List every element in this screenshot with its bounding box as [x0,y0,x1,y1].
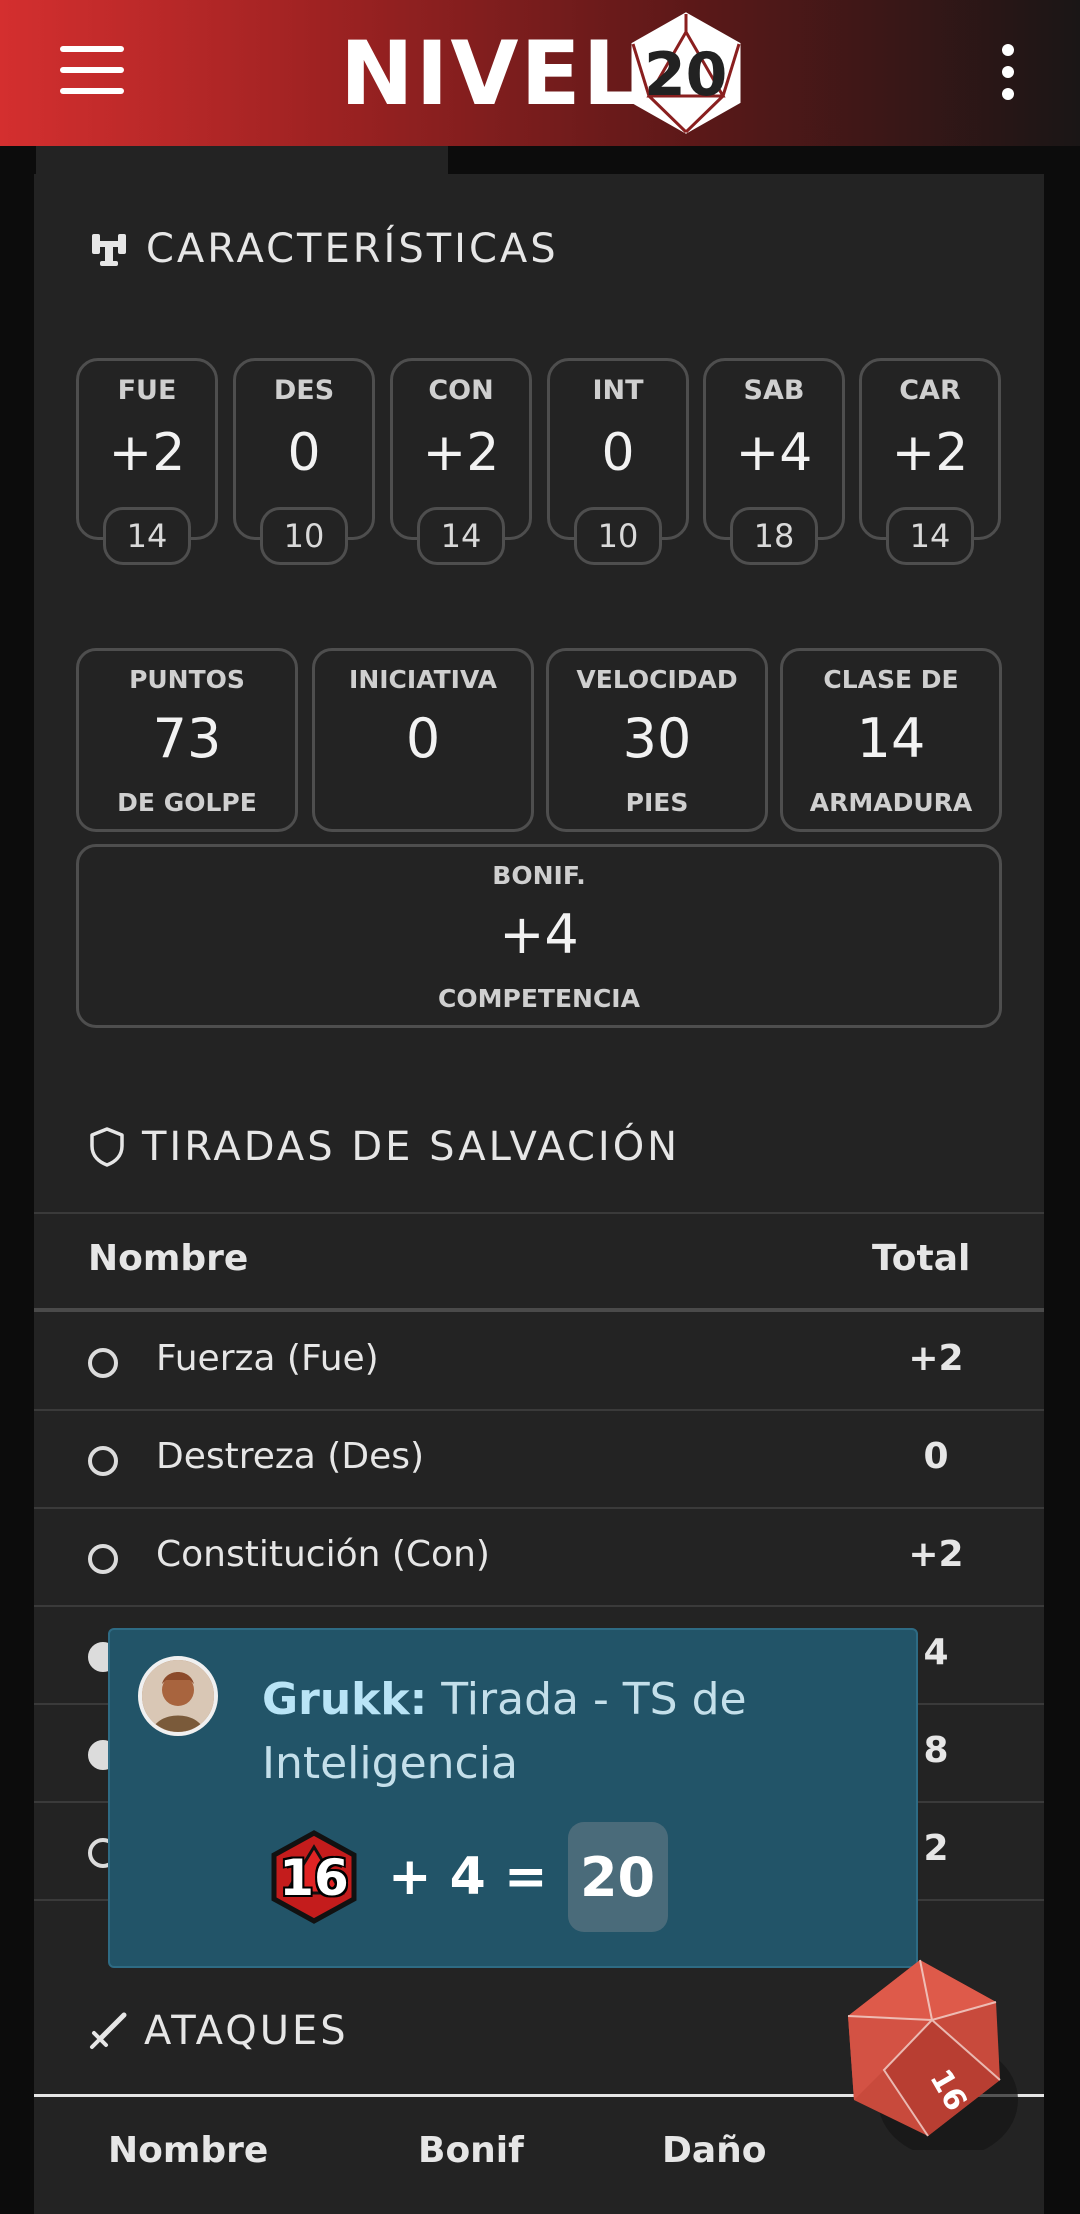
shield-icon [90,1127,124,1167]
stat-modifier: +2 [422,423,500,483]
box-label-bottom: DE GOLPE [117,788,257,817]
stat-modifier: +2 [108,423,186,483]
stat-modifier: 0 [287,423,321,483]
roll-message: Grukk: Tirada - TS de Inteligencia [262,1668,882,1796]
saving-throw-name: Constitución (Con) [156,1534,490,1575]
proficiency-bonus-box[interactable]: BONIF. +4 COMPETENCIA [76,844,1002,1028]
proficiency-radio[interactable] [88,1446,118,1476]
roll-modifier: + 4 = [388,1847,548,1907]
stat-card-fue[interactable]: FUE +2 14 [76,358,218,565]
stat-abbr: FUE [117,375,177,406]
stat-card-car[interactable]: CAR +2 14 [859,358,1001,565]
box-label-top: INICIATIVA [349,665,497,694]
box-value: 73 [152,707,222,770]
attacks-column-bonus[interactable]: Bonif [418,2130,524,2171]
stat-abbr: INT [592,375,644,406]
stat-abbr: SAB [743,375,805,406]
proficiency-radio[interactable] [88,1348,118,1378]
sword-icon [90,2012,127,2049]
box-label-bottom: ARMADURA [809,788,973,817]
top-app-bar: NIVEL 20 [0,0,1080,146]
dice-roll-notification[interactable]: Grukk: Tirada - TS de Inteligencia 16 + … [108,1628,918,1968]
stat-card-sab[interactable]: SAB +4 18 [703,358,845,565]
saving-throws-title: TIRADAS DE SALVACIÓN [142,1124,681,1170]
dumbbell-icon [92,234,126,266]
column-header-name[interactable]: Nombre [88,1238,248,1279]
characteristics-title: CARACTERÍSTICAS [146,226,559,272]
stat-score: 14 [886,507,974,565]
attacks-heading: ATAQUES [88,2008,349,2054]
d20-die-icon: 16 [266,1829,362,1925]
armor-class-box[interactable]: CLASE DE 14 ARMADURA [780,648,1002,832]
logo-text: NIVEL [340,21,641,125]
table-row[interactable]: Fuerza (Fue) +2 [34,1312,1044,1411]
proficiency-radio[interactable] [88,1544,118,1574]
menu-icon[interactable] [60,46,124,94]
box-value: 30 [622,707,692,770]
stat-score: 14 [103,507,191,565]
saving-throws-heading: TIRADAS DE SALVACIÓN [88,1124,680,1170]
speed-box[interactable]: VELOCIDAD 30 PIES [546,648,768,832]
box-label-bottom: PIES [625,788,689,817]
saving-throw-total: +2 [908,1534,964,1575]
stat-score: 18 [730,507,818,565]
stat-card-des[interactable]: DES 0 10 [233,358,375,565]
saving-throw-total: +2 [908,1338,964,1379]
stat-score: 10 [574,507,662,565]
attacks-title: ATAQUES [144,2008,349,2054]
more-options-icon[interactable] [1000,44,1016,100]
stat-score: 10 [260,507,348,565]
box-label-bottom: COMPETENCIA [438,984,640,1013]
column-header-total[interactable]: Total [872,1238,970,1279]
logo-number: 20 [643,40,728,110]
roll-dice-button[interactable]: 16 [820,1950,1020,2158]
die-face-value: 16 [279,1849,349,1907]
character-avatar [138,1656,218,1736]
stat-modifier: 0 [601,423,635,483]
roll-formula: 16 + 4 = 20 [266,1822,668,1932]
app-logo[interactable]: NIVEL 20 [340,10,749,136]
box-value: +4 [499,903,579,966]
hit-points-box[interactable]: PUNTOS 73 DE GOLPE [76,648,298,832]
stat-abbr: DES [273,375,335,406]
stat-abbr: CON [428,375,494,406]
box-value: 0 [405,707,441,770]
initiative-box[interactable]: INICIATIVA 0 [312,648,534,832]
attacks-column-damage[interactable]: Daño [662,2130,767,2171]
roll-result: 20 [567,1822,668,1932]
stat-card-int[interactable]: INT 0 10 [547,358,689,565]
saving-throw-total: 0 [923,1436,949,1477]
stat-modifier: +4 [735,423,813,483]
character-name: Grukk: [262,1674,428,1725]
box-label-top: BONIF. [492,861,586,890]
box-label-top: PUNTOS [129,665,245,694]
active-tab-indicator [36,146,448,174]
stat-modifier: +2 [891,423,969,483]
table-divider [34,1212,1044,1214]
saving-throw-name: Destreza (Des) [156,1436,425,1477]
stat-abbr: CAR [899,375,961,406]
box-label-top: CLASE DE [823,665,959,694]
box-label-top: VELOCIDAD [576,665,738,694]
stat-score: 14 [417,507,505,565]
stat-card-con[interactable]: CON +2 14 [390,358,532,565]
characteristics-heading: CARACTERÍSTICAS [88,226,559,272]
d20-logo-icon: 20 [623,10,749,136]
saving-throw-name: Fuerza (Fue) [156,1338,379,1379]
table-row[interactable]: Constitución (Con) +2 [34,1508,1044,1607]
attacks-column-name[interactable]: Nombre [108,2130,268,2171]
table-row[interactable]: Destreza (Des) 0 [34,1410,1044,1509]
box-value: 14 [856,707,926,770]
